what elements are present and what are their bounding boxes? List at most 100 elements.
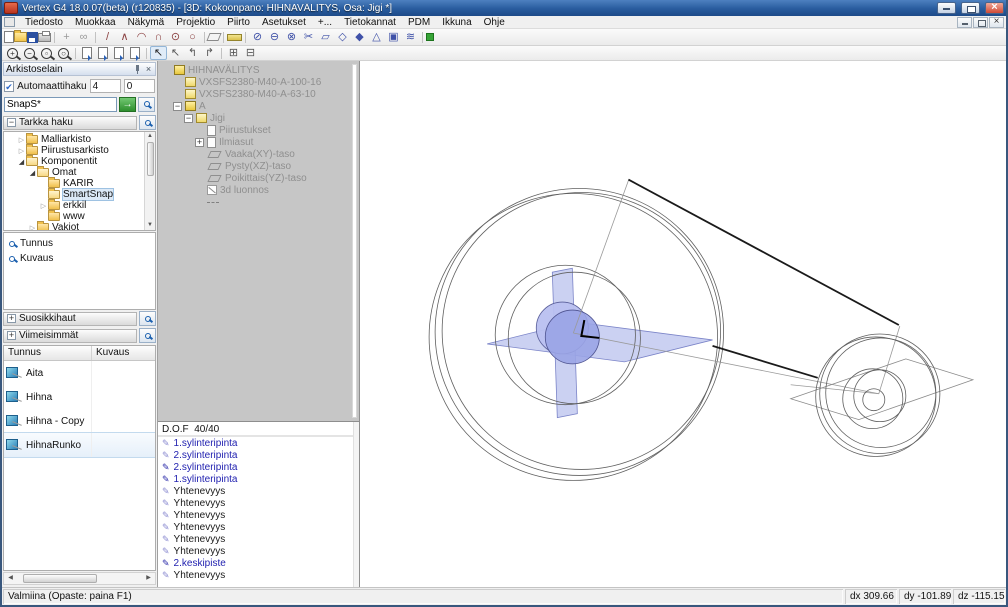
model-tree-item[interactable] bbox=[160, 196, 359, 208]
expander-icon[interactable] bbox=[28, 224, 37, 232]
pan-out-icon[interactable]: ⊟ bbox=[242, 46, 259, 60]
autosearch-checkbox[interactable] bbox=[4, 81, 14, 92]
menu-projektio[interactable]: Projektio bbox=[170, 17, 221, 28]
ref-add-icon[interactable]: + bbox=[58, 30, 75, 44]
search-input[interactable] bbox=[4, 97, 117, 112]
mdi-restore-button[interactable] bbox=[973, 17, 988, 28]
3d-viewport[interactable] bbox=[360, 61, 1006, 587]
scroll-down-icon[interactable]: ▼ bbox=[146, 221, 155, 230]
tree-item[interactable]: www bbox=[4, 211, 155, 222]
tree-scrollbar[interactable]: ▲ ▼ bbox=[144, 132, 155, 230]
close-icon[interactable]: × bbox=[144, 65, 153, 74]
shell-icon[interactable]: ◆ bbox=[351, 30, 368, 44]
plane-icon[interactable] bbox=[206, 33, 221, 41]
menu-pdm[interactable]: PDM bbox=[402, 17, 436, 28]
tree-item[interactable]: Komponentit bbox=[4, 156, 155, 167]
dimension-icon[interactable] bbox=[227, 34, 242, 41]
scroll-up-icon[interactable]: ▲ bbox=[146, 132, 155, 141]
line-icon[interactable]: / bbox=[99, 30, 116, 44]
dof-constraint-row[interactable]: Yhtenevyys bbox=[158, 521, 359, 533]
sheet-forward-icon[interactable] bbox=[98, 47, 108, 59]
model-tree-scrollbar[interactable] bbox=[352, 64, 357, 418]
table-row[interactable]: Aita bbox=[4, 361, 155, 385]
filter-item[interactable]: Kuvaus bbox=[4, 251, 155, 266]
menu-tiedosto[interactable]: Tiedosto bbox=[19, 17, 69, 28]
expander-box-icon[interactable] bbox=[195, 138, 204, 147]
revolve-icon[interactable]: ⊖ bbox=[266, 30, 283, 44]
tree-item[interactable]: Vakiot bbox=[4, 222, 155, 231]
dof-constraint-row[interactable]: 1.sylinteripinta bbox=[158, 473, 359, 485]
sheet-down-icon[interactable] bbox=[130, 47, 140, 59]
pattern-icon[interactable]: ▣ bbox=[385, 30, 402, 44]
small-pulley[interactable] bbox=[816, 334, 940, 457]
circle-center-icon[interactable]: ⊙ bbox=[167, 30, 184, 44]
minimize-button[interactable] bbox=[937, 2, 956, 14]
trim-icon[interactable]: ✂ bbox=[300, 30, 317, 44]
scroll-right-icon[interactable]: ▶ bbox=[142, 573, 155, 584]
table-row[interactable]: HihnaRunko bbox=[4, 433, 155, 457]
arc-icon[interactable]: ◠ bbox=[133, 30, 150, 44]
restore-button[interactable] bbox=[961, 2, 980, 14]
small-pulley-plane[interactable] bbox=[791, 359, 973, 420]
viimeisimmat-header[interactable]: Viimeisimmät bbox=[3, 329, 137, 343]
expander-icon[interactable] bbox=[17, 158, 26, 166]
expander-icon[interactable] bbox=[28, 169, 37, 177]
suosikkihaut-mag-button[interactable] bbox=[139, 311, 156, 326]
model-tree-item[interactable]: Piirustukset bbox=[160, 124, 359, 136]
column-kuvaus[interactable]: Kuvaus bbox=[92, 346, 155, 360]
zoom-out-icon[interactable]: − bbox=[24, 48, 35, 59]
tree-item[interactable]: erkkil bbox=[4, 200, 155, 211]
select-edge-icon[interactable]: ↰ bbox=[184, 46, 201, 60]
scroll-thumb[interactable] bbox=[147, 142, 154, 176]
extrude-icon[interactable]: ⊘ bbox=[249, 30, 266, 44]
dof-constraint-row[interactable]: Yhtenevyys bbox=[158, 497, 359, 509]
select-tangent-icon[interactable]: ↱ bbox=[201, 46, 218, 60]
model-tree-item[interactable]: HIHNAVÄLITYS bbox=[160, 64, 359, 76]
tarkka-haku-mag-button[interactable] bbox=[139, 115, 156, 130]
column-tunnus[interactable]: Tunnus bbox=[4, 346, 92, 360]
search-go-button[interactable]: → bbox=[119, 97, 136, 112]
expand-icon[interactable] bbox=[7, 331, 16, 340]
sheet-back-icon[interactable] bbox=[82, 47, 92, 59]
print-icon[interactable] bbox=[38, 33, 51, 42]
model-tree-item[interactable]: A bbox=[160, 100, 359, 112]
expander-box-icon[interactable] bbox=[173, 102, 182, 111]
table-hscrollbar[interactable]: ◀ ▶ bbox=[3, 572, 156, 585]
new-file-icon[interactable] bbox=[4, 31, 14, 43]
menu-muokkaa[interactable]: Muokkaa bbox=[69, 17, 122, 28]
tree-item[interactable]: Omat bbox=[4, 167, 155, 178]
suosikkihaut-header[interactable]: Suosikkihaut bbox=[3, 312, 137, 326]
expander-box-icon[interactable] bbox=[184, 114, 193, 123]
pan-in-icon[interactable]: ⊞ bbox=[225, 46, 242, 60]
model-tree-item[interactable]: 3d luonnos bbox=[160, 184, 359, 196]
tree-item[interactable]: KARIR bbox=[4, 178, 155, 189]
model-tree-item[interactable]: Pysty(XZ)-taso bbox=[160, 160, 359, 172]
dof-constraint-row[interactable]: 2.sylinteripinta bbox=[158, 449, 359, 461]
table-row[interactable]: Hihna bbox=[4, 385, 155, 409]
menu-piirto[interactable]: Piirto bbox=[221, 17, 256, 28]
polyline-icon[interactable]: ∧ bbox=[116, 30, 133, 44]
dof-constraint-row[interactable]: Yhtenevyys bbox=[158, 509, 359, 521]
model-tree-item[interactable]: VXSFS2380-M40-A-100-16 bbox=[160, 76, 359, 88]
menu-plus[interactable]: +... bbox=[312, 17, 338, 28]
autosearch-field-2[interactable]: 0 bbox=[124, 79, 155, 93]
open-folder-icon[interactable] bbox=[14, 32, 27, 42]
zoom-window-icon[interactable]: ▫ bbox=[41, 48, 52, 59]
select-snap-icon[interactable]: ↖ bbox=[167, 46, 184, 60]
close-button[interactable] bbox=[985, 2, 1004, 14]
expander-icon[interactable] bbox=[17, 136, 26, 144]
model-tree-item[interactable]: VXSFS2380-M40-A-63-10 bbox=[160, 88, 359, 100]
mdi-minimize-button[interactable] bbox=[957, 17, 972, 28]
sweep-icon[interactable]: ⊗ bbox=[283, 30, 300, 44]
search-mag-button[interactable] bbox=[138, 97, 155, 112]
face-icon[interactable]: ▱ bbox=[317, 30, 334, 44]
viewport-canvas[interactable] bbox=[360, 61, 1006, 587]
scroll-left-icon[interactable]: ◀ bbox=[4, 573, 17, 584]
tarkka-haku-header[interactable]: Tarkka haku bbox=[3, 116, 137, 130]
menu-ohje[interactable]: Ohje bbox=[478, 17, 511, 28]
ref-link-icon[interactable]: ∞ bbox=[75, 30, 92, 44]
scroll-thumb[interactable] bbox=[23, 574, 97, 583]
menu-asetukset[interactable]: Asetukset bbox=[256, 17, 312, 28]
menu-tietokannat[interactable]: Tietokannat bbox=[338, 17, 402, 28]
expander-icon[interactable] bbox=[17, 147, 26, 155]
